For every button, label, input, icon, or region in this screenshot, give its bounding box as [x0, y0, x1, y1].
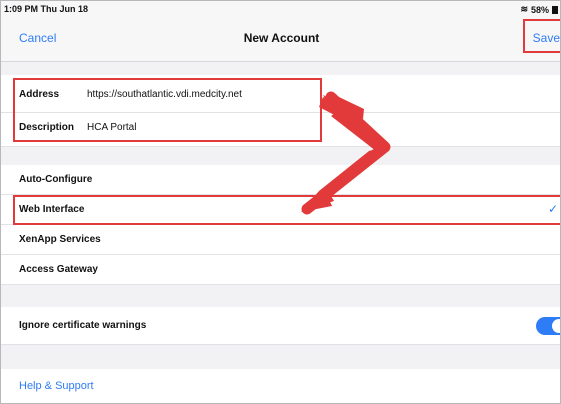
ignore-cert-label: Ignore certificate warnings: [19, 320, 147, 331]
config-auto-configure[interactable]: Auto-Configure: [1, 165, 560, 195]
battery-icon: [552, 5, 558, 14]
help-row[interactable]: Help & Support: [1, 369, 560, 403]
annotation-box-save: [523, 19, 560, 53]
config-access-gateway-label: Access Gateway: [19, 264, 98, 275]
config-access-gateway[interactable]: Access Gateway: [1, 255, 560, 285]
page-title: New Account: [243, 31, 320, 45]
status-right: ≋ 58%: [520, 4, 558, 15]
config-auto-configure-label: Auto-Configure: [19, 174, 93, 185]
wifi-icon: ≋: [520, 4, 528, 14]
screen-frame: 1:09 PM Thu Jun 18 ≋ 58% Cancel New Acco…: [0, 0, 561, 404]
annotation-box-web-interface: [13, 195, 560, 225]
help-support-link[interactable]: Help & Support: [19, 380, 94, 392]
status-time: 1:09 PM Thu Jun 18: [4, 4, 89, 14]
config-xenapp-services[interactable]: XenApp Services: [1, 225, 560, 255]
annotation-box-address: [13, 78, 322, 142]
ignore-cert-toggle[interactable]: [536, 317, 560, 335]
nav-bar: Cancel New Account Save: [1, 17, 560, 62]
battery-text: 58%: [530, 4, 549, 15]
toggle-knob: [552, 319, 560, 333]
config-xenapp-services-label: XenApp Services: [19, 234, 101, 245]
ignore-cert-row: Ignore certificate warnings: [1, 307, 560, 345]
status-bar: 1:09 PM Thu Jun 18 ≋ 58%: [1, 1, 560, 17]
